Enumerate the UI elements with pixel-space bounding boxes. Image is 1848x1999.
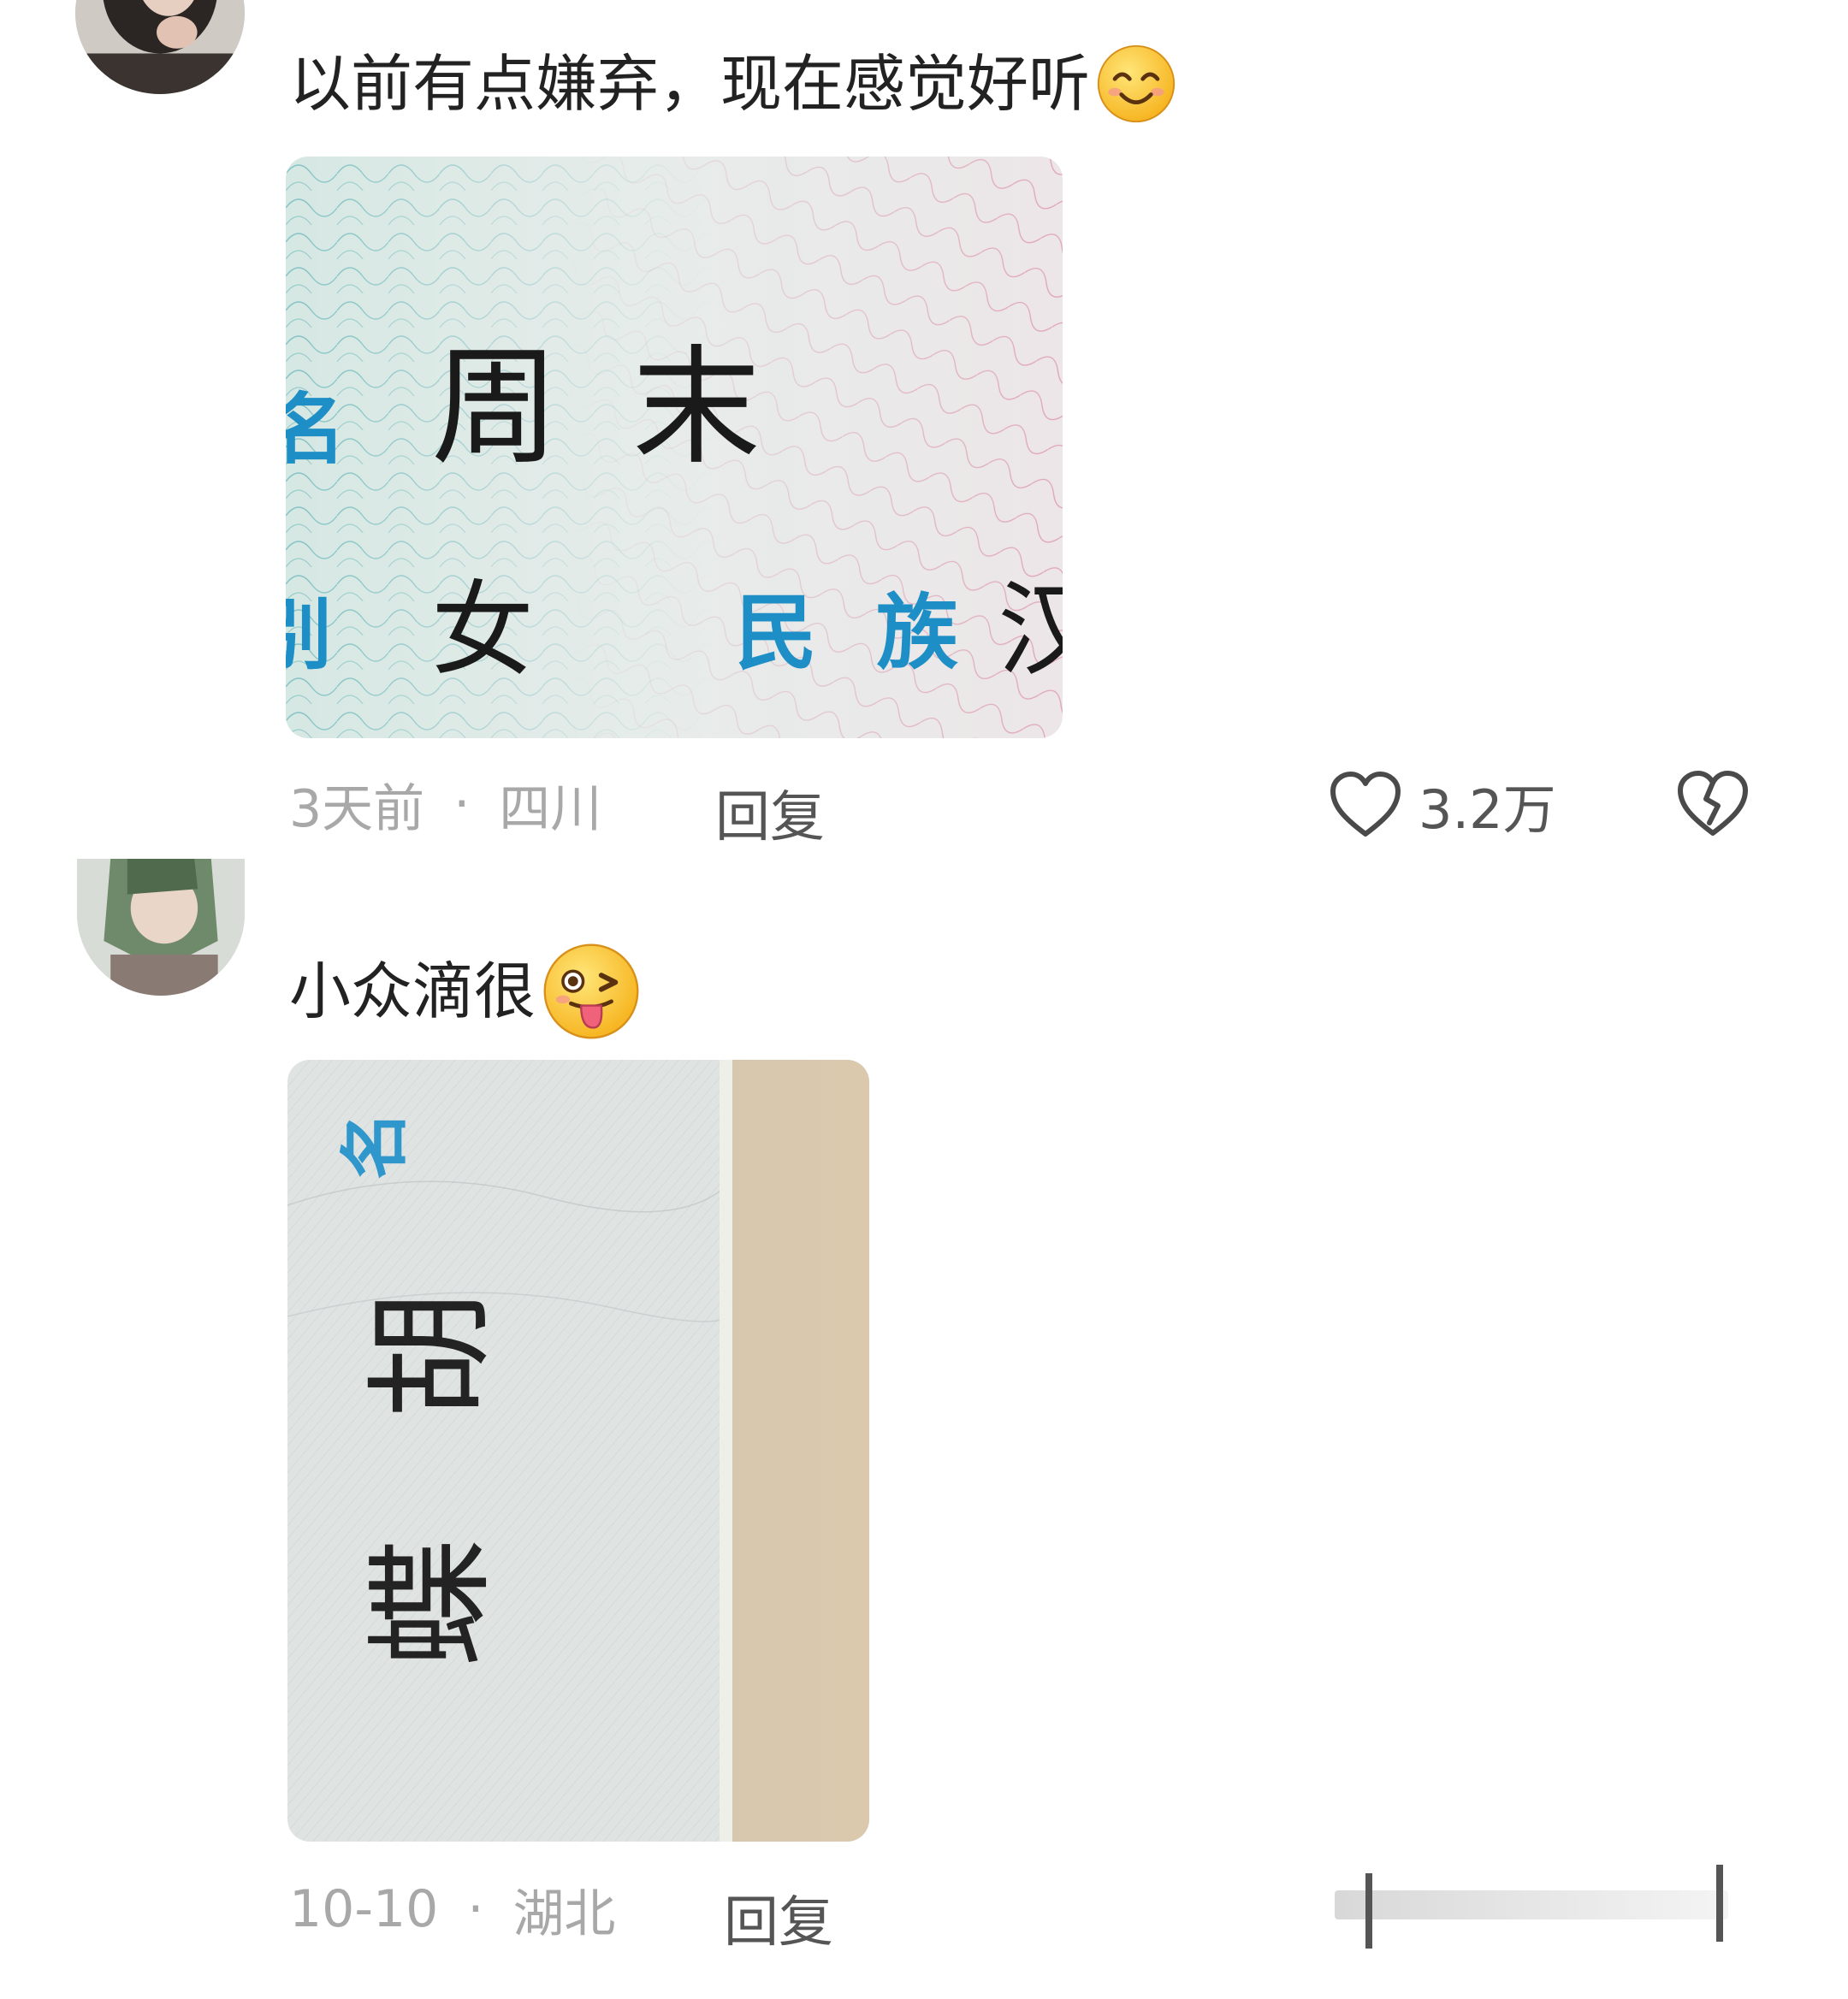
like-count: 3.2万: [1419, 778, 1556, 841]
id-sex-value: 女: [431, 571, 534, 690]
comment-text: 小众滴很: [289, 941, 642, 1042]
broken-heart-icon[interactable]: [1675, 768, 1750, 838]
like-button[interactable]: 3.2万: [1328, 766, 1556, 843]
comment-location: 四川: [499, 778, 602, 839]
id-label-fragment: 别: [286, 590, 332, 680]
smiling-face-emoji: [1095, 43, 1177, 125]
comment-meta: 3天前 · 四川: [289, 770, 601, 839]
winking-tongue-emoji: [541, 941, 642, 1042]
id-label-fragment: 名: [286, 385, 346, 475]
comment-meta: 10-10 · 湖北: [289, 1875, 615, 1944]
comment-body: 以前有点嫌弃，现在感觉好听: [289, 48, 1091, 120]
comment-photo-id-card[interactable]: 名 胡 蝶: [287, 1060, 869, 1842]
cropped-tick: [1365, 1873, 1372, 1949]
id-name-char-1: 胡: [358, 1291, 506, 1419]
meta-separator: ·: [453, 774, 471, 834]
meta-separator: ·: [467, 1879, 484, 1939]
heart-outline-icon: [1328, 771, 1403, 839]
cropped-action-bar: [1335, 1890, 1728, 1919]
id-ethnicity-label-1: 民: [735, 585, 817, 681]
id-ethnicity-label-2: 族: [876, 585, 958, 681]
comment-body: 小众滴很: [289, 955, 536, 1027]
comment-time: 10-10: [289, 1879, 439, 1939]
comment-text: 以前有点嫌弃，现在感觉好听: [289, 43, 1177, 125]
id-name-char-2: 末: [632, 334, 761, 482]
comment-photo-id-card[interactable]: 名 周 末 别 女 民 族 汉: [286, 157, 1063, 738]
id-ethnicity-value: 汉: [998, 571, 1063, 690]
comment-location: 湖北: [512, 1884, 616, 1944]
id-name-char-2: 蝶: [358, 1539, 506, 1667]
commenter-avatar[interactable]: [75, 0, 245, 94]
id-label-fragment: 名: [335, 1111, 415, 1180]
cropped-tick: [1716, 1865, 1723, 1942]
id-name-char-1: 周: [431, 334, 560, 482]
comment-time: 3天前: [289, 778, 425, 839]
reply-button[interactable]: 回复: [715, 773, 825, 852]
commenter-avatar[interactable]: [77, 859, 245, 996]
reply-button[interactable]: 回复: [724, 1878, 833, 1957]
